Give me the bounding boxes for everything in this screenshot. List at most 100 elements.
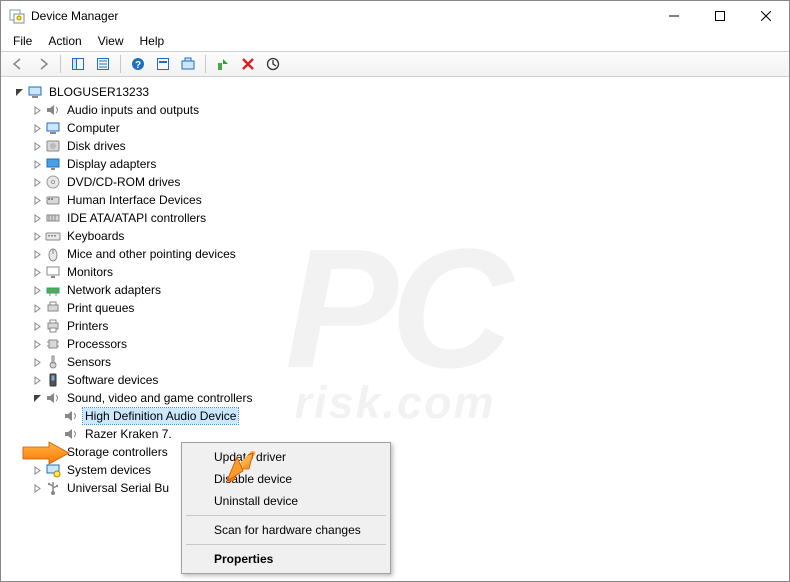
device-category-icon	[45, 210, 61, 226]
device-category-icon	[45, 264, 61, 280]
tree-category[interactable]: System devices	[11, 461, 789, 479]
tree-category[interactable]: Monitors	[11, 263, 789, 281]
chevron-right-icon[interactable]	[29, 462, 45, 478]
tree-category[interactable]: Network adapters	[11, 281, 789, 299]
tree-category[interactable]: Computer	[11, 119, 789, 137]
chevron-right-icon[interactable]	[29, 246, 45, 262]
chevron-right-icon[interactable]	[29, 192, 45, 208]
tree-category-label: Printers	[65, 318, 110, 334]
tree-category[interactable]: Mice and other pointing devices	[11, 245, 789, 263]
device-category-icon	[45, 228, 61, 244]
update-driver-button[interactable]	[212, 53, 234, 75]
show-hide-console-button[interactable]	[67, 53, 89, 75]
chevron-right-icon[interactable]	[29, 102, 45, 118]
tree-category-label: Disk drives	[65, 138, 128, 154]
titlebar: Device Manager	[1, 1, 789, 31]
back-button[interactable]	[7, 53, 29, 75]
tree-category-label: Storage controllers	[65, 444, 170, 460]
tree-category[interactable]: Printers	[11, 317, 789, 335]
properties-button[interactable]	[92, 53, 114, 75]
tree-category[interactable]: Processors	[11, 335, 789, 353]
toolbar-separator	[120, 55, 121, 73]
device-category-icon	[45, 156, 61, 172]
device-category-icon	[45, 174, 61, 190]
chevron-right-icon[interactable]	[29, 300, 45, 316]
device-category-icon	[45, 192, 61, 208]
tree-category-label: Monitors	[65, 264, 115, 280]
tree-category-label: Print queues	[65, 300, 136, 316]
context-uninstall-device[interactable]: Uninstall device	[184, 490, 388, 512]
toolbar-separator	[205, 55, 206, 73]
chevron-right-icon[interactable]	[29, 372, 45, 388]
tree-category-label: Sensors	[65, 354, 113, 370]
context-separator	[186, 515, 386, 516]
context-scan-hardware[interactable]: Scan for hardware changes	[184, 519, 388, 541]
chevron-right-icon[interactable]	[29, 264, 45, 280]
chevron-right-icon[interactable]	[29, 282, 45, 298]
menu-file[interactable]: File	[5, 33, 40, 49]
speaker-icon	[63, 426, 79, 442]
tree-category-label: Display adapters	[65, 156, 158, 172]
close-button[interactable]	[743, 1, 789, 31]
scan-button[interactable]	[177, 53, 199, 75]
tree-root[interactable]: BLOGUSER13233	[11, 83, 789, 101]
tree-category[interactable]: Display adapters	[11, 155, 789, 173]
tree-category[interactable]: DVD/CD-ROM drives	[11, 173, 789, 191]
chevron-right-icon[interactable]	[29, 138, 45, 154]
tree-category[interactable]: Keyboards	[11, 227, 789, 245]
chevron-right-icon[interactable]	[29, 354, 45, 370]
device-category-icon	[45, 138, 61, 154]
speaker-icon	[63, 408, 79, 424]
context-menu: Update driver Disable device Uninstall d…	[181, 442, 391, 574]
menu-view[interactable]: View	[90, 33, 132, 49]
tree-category[interactable]: Universal Serial Bu	[11, 479, 789, 497]
menu-action[interactable]: Action	[40, 33, 89, 49]
disable-button[interactable]	[262, 53, 284, 75]
device-category-icon	[45, 318, 61, 334]
tree-category[interactable]: Disk drives	[11, 137, 789, 155]
tree-device[interactable]: Razer Kraken 7.	[11, 425, 789, 443]
tree-category-label: Universal Serial Bu	[65, 480, 171, 496]
forward-button[interactable]	[32, 53, 54, 75]
expander-spacer	[47, 408, 63, 424]
action-button[interactable]	[152, 53, 174, 75]
chevron-right-icon[interactable]	[29, 318, 45, 334]
help-button[interactable]: ?	[127, 53, 149, 75]
toolbar: ?	[1, 51, 789, 77]
tree-category[interactable]: Sound, video and game controllers	[11, 389, 789, 407]
tree-category[interactable]: Software devices	[11, 371, 789, 389]
chevron-down-icon[interactable]	[29, 390, 45, 406]
tree-category[interactable]: Print queues	[11, 299, 789, 317]
device-tree[interactable]: BLOGUSER13233 Audio inputs and outputsCo…	[1, 79, 789, 581]
device-category-icon	[45, 390, 61, 406]
tree-device[interactable]: High Definition Audio Device	[11, 407, 789, 425]
device-category-icon	[45, 336, 61, 352]
chevron-right-icon[interactable]	[29, 174, 45, 190]
minimize-button[interactable]	[651, 1, 697, 31]
tree-category-label: Keyboards	[65, 228, 126, 244]
chevron-right-icon[interactable]	[29, 444, 45, 460]
device-category-icon	[45, 462, 61, 478]
menubar: File Action View Help	[1, 31, 789, 51]
computer-icon	[27, 84, 43, 100]
chevron-right-icon[interactable]	[29, 336, 45, 352]
chevron-right-icon[interactable]	[29, 228, 45, 244]
tree-category[interactable]: IDE ATA/ATAPI controllers	[11, 209, 789, 227]
menu-help[interactable]: Help	[132, 33, 173, 49]
context-properties[interactable]: Properties	[184, 548, 388, 570]
context-update-driver[interactable]: Update driver	[184, 446, 388, 468]
chevron-right-icon[interactable]	[29, 156, 45, 172]
tree-category[interactable]: Audio inputs and outputs	[11, 101, 789, 119]
chevron-right-icon[interactable]	[29, 480, 45, 496]
device-category-icon	[45, 282, 61, 298]
uninstall-button[interactable]	[237, 53, 259, 75]
context-disable-device[interactable]: Disable device	[184, 468, 388, 490]
maximize-button[interactable]	[697, 1, 743, 31]
tree-category[interactable]: Storage controllers	[11, 443, 789, 461]
chevron-right-icon[interactable]	[29, 120, 45, 136]
tree-category[interactable]: Sensors	[11, 353, 789, 371]
chevron-down-icon[interactable]	[11, 84, 27, 100]
tree-category[interactable]: Human Interface Devices	[11, 191, 789, 209]
expander-spacer	[47, 426, 63, 442]
chevron-right-icon[interactable]	[29, 210, 45, 226]
